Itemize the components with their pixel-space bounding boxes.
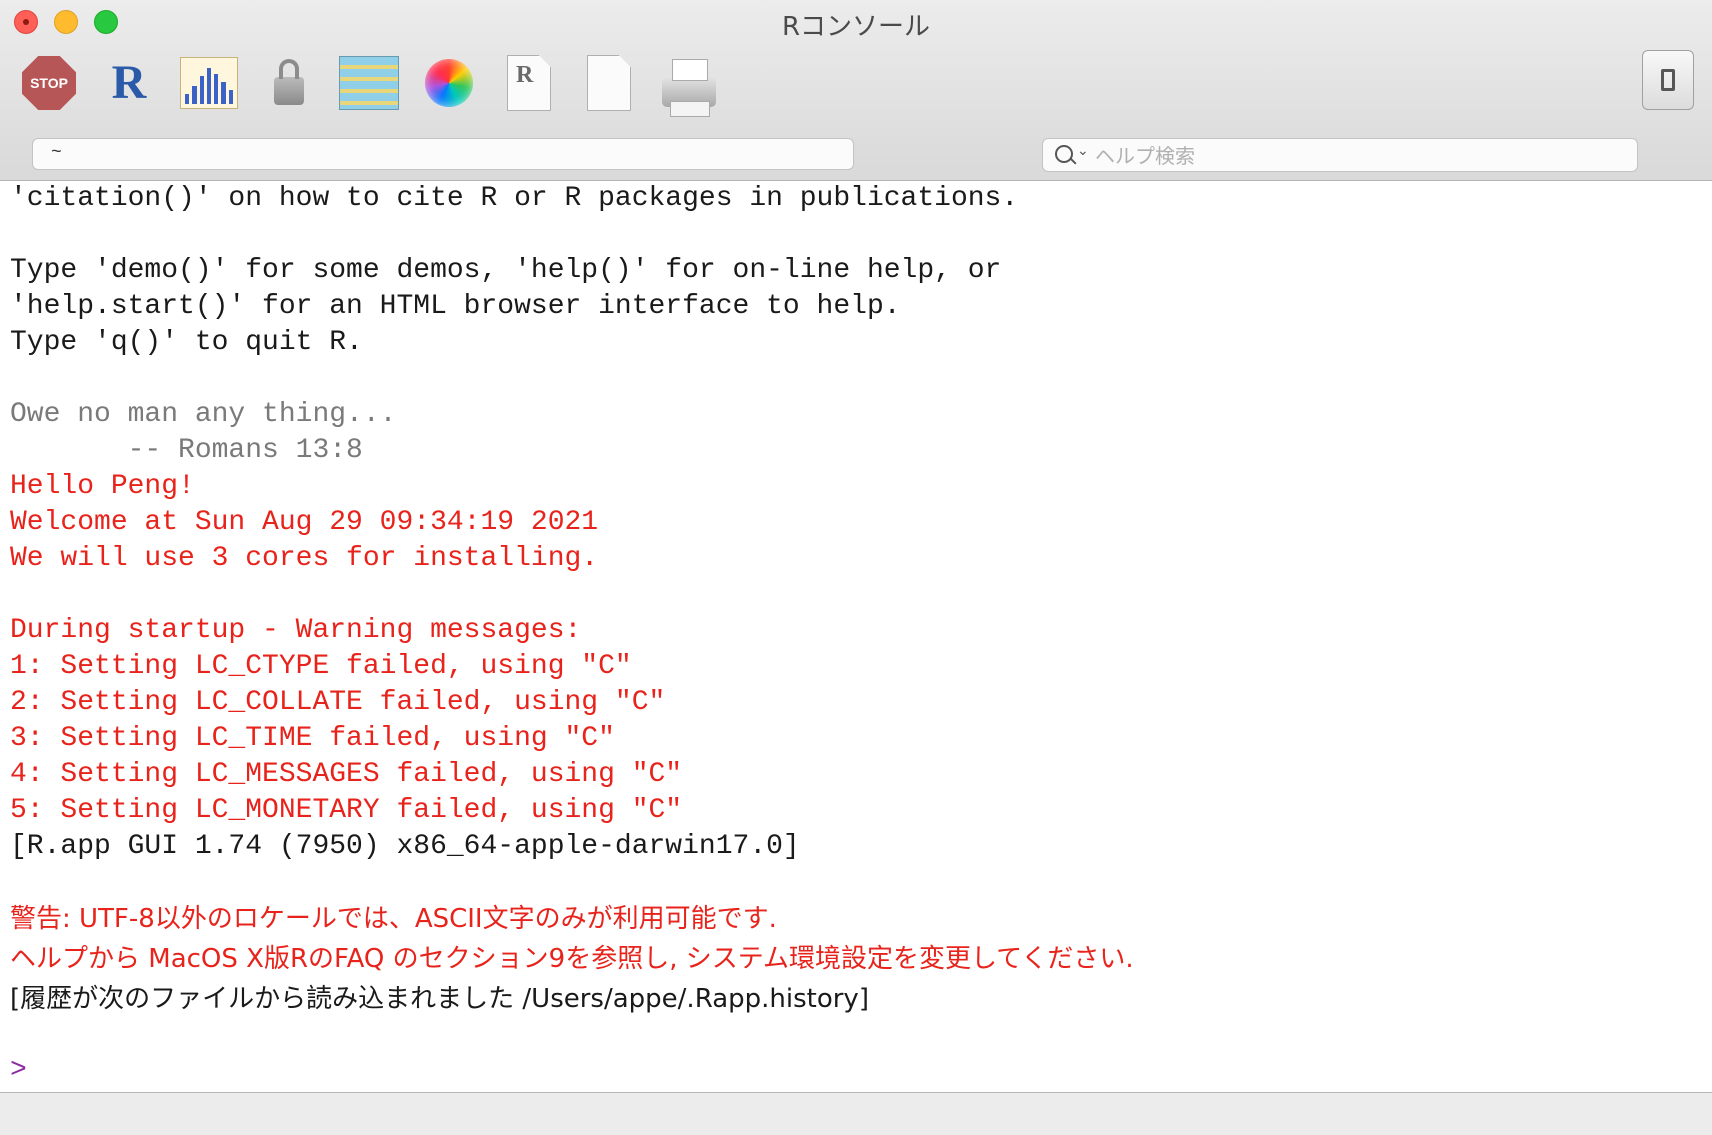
console-line: 'citation()' on how to cite R or R packa…	[10, 183, 1019, 214]
console-line: 4: Setting LC_MESSAGES failed, using "C"	[10, 759, 683, 790]
r-console-window: Rコンソール STOP R R ~ ⌄ ヘルプ検索 'citation()' o…	[0, 0, 1712, 1135]
open-r-document-button[interactable]	[498, 52, 560, 114]
console-line: Hello Peng!	[10, 471, 195, 502]
toolbar: STOP R	[18, 48, 738, 118]
r-document-icon	[507, 55, 551, 111]
console-line: During startup - Warning messages:	[10, 615, 582, 646]
lock-icon	[274, 59, 304, 105]
colors-button[interactable]	[418, 52, 480, 114]
console-line: 'help.start()' for an HTML browser inter…	[10, 291, 901, 322]
status-bar	[0, 1092, 1712, 1135]
console-line: 3: Setting LC_TIME failed, using "C"	[10, 723, 615, 754]
console-line: ヘルプから MacOS X版RのFAQ のセクション9を参照し, システム環境設…	[10, 944, 1134, 974]
console-line: [R.app GUI 1.74 (7950) x86_64-apple-darw…	[10, 831, 800, 862]
search-icon	[1055, 145, 1073, 163]
console-line: 5: Setting LC_MONETARY failed, using "C"	[10, 795, 683, 826]
data-table-icon	[339, 56, 399, 110]
console-line: 2: Setting LC_COLLATE failed, using "C"	[10, 687, 666, 718]
console-line: Type 'q()' to quit R.	[10, 327, 363, 358]
stop-button[interactable]: STOP	[18, 52, 80, 114]
drawer-icon	[1661, 69, 1675, 91]
quartz-chart-icon	[180, 57, 238, 109]
console-line: -- Romans 13:8	[10, 435, 363, 466]
console-line: [履歴が次のファイルから読み込まれました /Users/appe/.Rapp.h…	[10, 984, 869, 1014]
chevron-down-icon[interactable]: ⌄	[1077, 143, 1089, 159]
console-line: 警告: UTF-8以外のロケールでは、ASCII文字のみが利用可能です.	[10, 904, 777, 934]
help-search-box[interactable]: ⌄	[1042, 138, 1638, 172]
window-toolbar-area: Rコンソール STOP R R ~ ⌄ ヘルプ検索	[0, 0, 1712, 181]
console-line: Welcome at Sun Aug 29 09:34:19 2021	[10, 507, 599, 538]
quartz-button[interactable]	[178, 52, 240, 114]
window-title: Rコンソール	[781, 12, 931, 42]
working-directory-field[interactable]: ~	[32, 138, 854, 170]
source-script-button[interactable]: R	[98, 52, 160, 114]
toggle-sidebar-button[interactable]	[1642, 50, 1694, 110]
console-line: 1: Setting LC_CTYPE failed, using "C"	[10, 651, 632, 682]
console-line: We will use 3 cores for installing.	[10, 543, 599, 574]
new-document-button[interactable]	[578, 52, 640, 114]
stop-label: STOP	[30, 75, 68, 91]
stop-icon: STOP	[22, 56, 76, 110]
new-document-icon	[587, 55, 631, 111]
print-button[interactable]	[658, 52, 720, 117]
lock-button[interactable]	[258, 52, 320, 114]
console-line: Owe no man any thing...	[10, 399, 397, 430]
help-search-input[interactable]	[1093, 141, 1617, 171]
color-wheel-icon	[425, 59, 473, 107]
console-line: Type 'demo()' for some demos, 'help()' f…	[10, 255, 1002, 286]
console-output[interactable]: 'citation()' on how to cite R or R packa…	[0, 181, 1712, 1091]
printer-icon	[662, 59, 716, 117]
data-editor-button[interactable]	[338, 52, 400, 114]
r-source-icon: R	[111, 56, 147, 109]
console-prompt[interactable]: >	[10, 1053, 27, 1089]
